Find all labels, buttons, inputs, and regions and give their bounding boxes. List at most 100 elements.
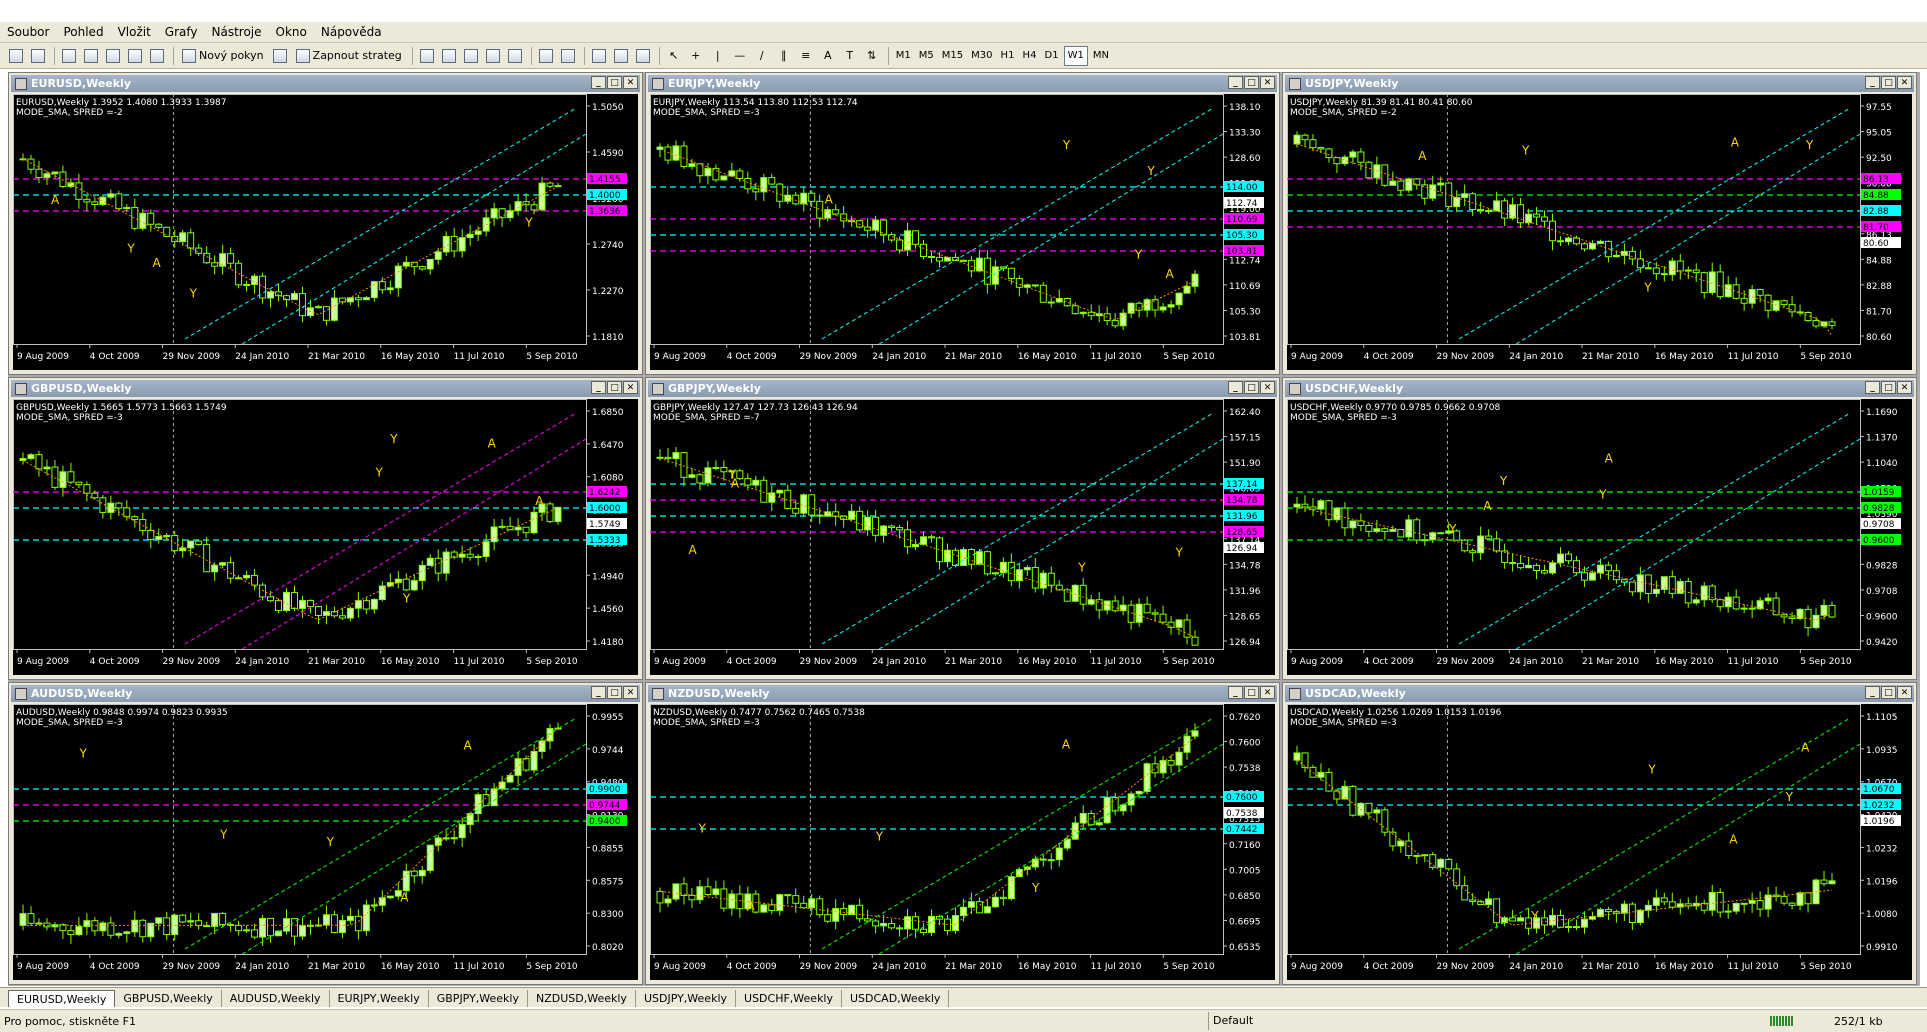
price-chart[interactable]: 97.5595.0592.5090.0087.5086.1384.8882.88… [1287,94,1912,370]
chart-window-usdjpy[interactable]: USDJPY,Weekly_□✕ 97.5595.0592.5090.0087.5… [1282,72,1917,375]
maximize-button[interactable]: □ [1881,76,1896,89]
chart-window-nzdusd[interactable]: NZDUSD,Weekly _□✕ 0.7620 0.7600 0.7538 0.7442… [645,682,1280,985]
price-chart[interactable]: 1.16901.13701.10401.07201.03901.01590.98… [1287,399,1912,675]
chart-titlebar[interactable]: GBPJPY,Weekly _ □ ✕ [648,380,1277,397]
price-chart[interactable]: 1.50501.45901.32001.27401.22701.18109 Au… [13,94,638,370]
terminal-icon[interactable] [125,46,145,66]
timeframe-h1[interactable]: H1 [998,46,1018,66]
chart-titlebar[interactable]: USDCAD,Weekly _ □ ✕ [1285,685,1914,702]
minimize-button[interactable]: _ [1228,76,1243,89]
chart-titlebar[interactable]: EURUSD,Weekly _ □ ✕ [11,75,640,92]
minimize-button[interactable]: _ [591,686,606,699]
minimize-button[interactable]: _ [1865,76,1880,89]
maximize-button[interactable]: □ [1244,686,1259,699]
close-button[interactable]: ✕ [1897,686,1912,699]
chart-tab[interactable]: GBPUSD,Weekly [115,990,222,1007]
chart-tab[interactable]: USDJPY,Weekly [636,990,737,1007]
equidistant-channel-icon[interactable]: ∥ [774,46,794,66]
bar-chart-icon[interactable] [417,46,437,66]
price-chart[interactable]: 0.99550.97440.94800.91300.88550.85750.83… [13,704,638,980]
price-chart[interactable]: 138.10133.30128.60123.80119.00114.00112.… [650,94,1275,370]
metaeditor-icon[interactable] [270,46,290,66]
chart-shift-icon[interactable] [558,46,578,66]
candlestick-icon[interactable] [439,46,459,66]
close-button[interactable]: ✕ [1260,381,1275,394]
market-watch-icon[interactable] [59,46,79,66]
price-chart[interactable]: 1.11051.09351.06701.04201.02321.01961.00… [1287,704,1912,980]
menu-nastroje[interactable]: Nástroje [205,25,269,39]
minimize-button[interactable]: _ [1865,686,1880,699]
zoom-in-icon[interactable] [483,46,503,66]
maximize-button[interactable]: □ [607,76,622,89]
chart-titlebar[interactable]: EURJPY,Weekly _ □ ✕ [648,75,1277,92]
chart-tab[interactable]: USDCHF,Weekly [736,990,842,1007]
chart-titlebar[interactable]: AUDUSD,Weekly _ □ ✕ [11,685,640,702]
chart-window-usdcad[interactable]: USDCAD,Weekly_□✕ 1.11051.09351.06701.0420… [1282,682,1917,985]
maximize-button[interactable]: □ [607,381,622,394]
text-label-icon[interactable]: T [840,46,860,66]
maximize-button[interactable]: □ [607,686,622,699]
profiles-icon[interactable] [28,46,48,66]
timeframe-m5[interactable]: M5 [916,46,937,66]
chart-tab[interactable]: EURJPY,Weekly [330,990,429,1007]
chart-titlebar[interactable]: GBPUSD,Weekly _ □ ✕ [11,380,640,397]
chart-tab[interactable]: GBPJPY,Weekly [429,990,528,1007]
timeframe-mn[interactable]: MN [1090,46,1112,66]
chart-tab[interactable]: EURUSD,Weekly [8,990,116,1007]
zoom-out-icon[interactable] [505,46,525,66]
timeframe-d1[interactable]: D1 [1042,46,1062,66]
menu-okno[interactable]: Okno [269,25,314,39]
chart-titlebar[interactable]: USDCHF,Weekly _ □ ✕ [1285,380,1914,397]
vertical-line-icon[interactable]: | [708,46,728,66]
price-chart[interactable]: 1.6850 1.6470 1.6080 1.5749 1.5333 1.4940 1.45… [13,399,638,675]
timeframe-w1[interactable]: W1 [1063,45,1088,66]
chart-titlebar[interactable]: NZDUSD,Weekly _ □ ✕ [648,685,1277,702]
menu-grafy[interactable]: Grafy [158,25,205,39]
crosshair-icon[interactable]: + [686,46,706,66]
close-button[interactable]: ✕ [1260,686,1275,699]
chart-titlebar[interactable]: USDJPY,Weekly _ □ ✕ [1285,75,1914,92]
minimize-button[interactable]: _ [591,381,606,394]
close-button[interactable]: ✕ [1260,76,1275,89]
auto-scroll-icon[interactable] [536,46,556,66]
close-button[interactable]: ✕ [1897,76,1912,89]
chart-window-eurusd[interactable]: EURUSD,Weekly_□✕ 1.50501.45901.32001.2740… [8,72,643,375]
timeframe-h4[interactable]: H4 [1020,46,1040,66]
new-chart-icon[interactable] [6,46,26,66]
text-icon[interactable]: A [818,46,838,66]
minimize-button[interactable]: _ [1228,686,1243,699]
maximize-button[interactable]: □ [1881,686,1896,699]
minimize-button[interactable]: _ [591,76,606,89]
timeframe-m15[interactable]: M15 [939,46,966,66]
horizontal-line-icon[interactable]: — [730,46,750,66]
timeframe-m30[interactable]: M30 [968,46,995,66]
chart-tab[interactable]: NZDUSD,Weekly [528,990,636,1007]
periods-icon[interactable] [611,46,631,66]
menu-vlozit[interactable]: Vložit [111,25,158,39]
chart-window-gbpjpy[interactable]: GBPJPY,Weekly _ □ ✕ 162.40 157.15 151.90 146.65… [645,377,1280,680]
new-order-button[interactable]: Nový pokyn [178,46,268,66]
close-button[interactable]: ✕ [623,381,638,394]
maximize-button[interactable]: □ [1244,76,1259,89]
price-chart[interactable]: 0.76200.76000.75380.74420.73150.71600.70… [650,704,1275,980]
menu-pohled[interactable]: Pohled [56,25,110,39]
close-button[interactable]: ✕ [623,686,638,699]
chart-window-gbpusd[interactable]: GBPUSD,Weekly _□✕ 1.6850 1.6470 1.6080 1.5749… [8,377,643,680]
price-chart[interactable]: 162.40157.15151.90146.65141.40137.14134.… [650,399,1275,675]
chart-window-audusd[interactable]: AUDUSD,Weekly_□✕ 0.99550.97440.94800.9130… [8,682,643,985]
timeframe-m1[interactable]: M1 [893,46,914,66]
minimize-button[interactable]: _ [1865,381,1880,394]
chart-window-usdchf[interactable]: USDCHF,Weekly_□✕ 1.16901.13701.10401.0720… [1282,377,1917,680]
autotrading-button[interactable]: Zapnout strateg [292,46,406,66]
close-button[interactable]: ✕ [623,76,638,89]
line-chart-icon[interactable] [461,46,481,66]
strategy-tester-icon[interactable] [147,46,167,66]
indicators-icon[interactable] [589,46,609,66]
templates-icon[interactable] [633,46,653,66]
data-window-icon[interactable] [81,46,101,66]
arrows-icon[interactable]: ⇅ [862,46,882,66]
chart-tab[interactable]: AUDUSD,Weekly [222,990,330,1007]
maximize-button[interactable]: □ [1244,381,1259,394]
fibonacci-icon[interactable]: ≡ [796,46,816,66]
menu-soubor[interactable]: Soubor [0,25,56,39]
